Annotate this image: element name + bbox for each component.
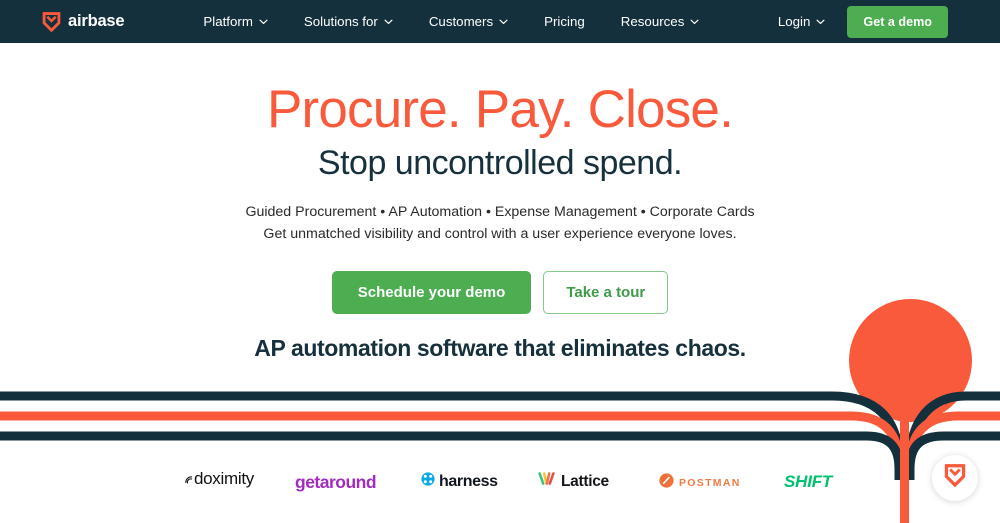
page-title: Procure. Pay. Close. xyxy=(266,80,734,139)
nav-item-label: Pricing xyxy=(544,14,585,29)
brand-logo-link[interactable]: airbase xyxy=(42,11,125,32)
partner-logo-label: getaround xyxy=(295,472,377,492)
partner-logo-label: harness xyxy=(439,472,498,490)
hero-features-line: Guided Procurement • AP Automation • Exp… xyxy=(245,204,755,220)
chevron-down-icon xyxy=(499,19,508,25)
landing-page: airbase Platform Solutions for Customers xyxy=(0,0,1000,523)
pipes-decoration xyxy=(0,383,1000,523)
nav-item-resources[interactable]: Resources xyxy=(603,14,718,29)
hero-tagline: AP automation software that eliminates c… xyxy=(254,335,746,361)
hero-section: Procure. Pay. Close. Stop uncontrolled s… xyxy=(0,43,1000,422)
partner-logo-label: POSTMAN xyxy=(679,477,741,489)
nav-right-group: Login Get a demo xyxy=(778,5,948,38)
top-navigation-bar: airbase Platform Solutions for Customers xyxy=(0,0,1000,43)
chat-widget-button[interactable] xyxy=(932,455,978,501)
partner-logo-shift[interactable]: SHIFT xyxy=(784,472,832,492)
chevron-down-icon xyxy=(690,19,699,25)
schedule-demo-button[interactable]: Schedule your demo xyxy=(331,271,532,314)
partner-logo-label: SHIFT xyxy=(784,472,833,491)
partner-logo-lattice[interactable]: Lattice xyxy=(538,472,609,491)
postman-orbit-icon xyxy=(659,473,674,493)
nav-item-pricing[interactable]: Pricing xyxy=(526,14,603,29)
hero-value-line: Get unmatched visibility and control wit… xyxy=(263,226,737,242)
lattice-mark-icon xyxy=(538,472,555,491)
take-a-tour-button[interactable]: Take a tour xyxy=(543,271,669,314)
partner-logo-label: doximity xyxy=(194,469,254,488)
hero-cta-row: Schedule your demo Take a tour xyxy=(0,271,1000,314)
harness-flower-icon xyxy=(421,472,435,491)
doximity-arc-icon xyxy=(185,471,193,489)
airbase-chevron-logo-icon xyxy=(944,464,966,492)
hero-subheadline: Stop uncontrolled spend. xyxy=(317,144,683,182)
nav-item-customers[interactable]: Customers xyxy=(411,14,526,29)
airbase-chevron-shield-icon xyxy=(42,11,61,32)
nav-item-label: Platform xyxy=(203,14,253,29)
nav-item-label: Solutions for xyxy=(303,14,378,29)
partner-logo-doximity[interactable]: doximity xyxy=(185,470,254,489)
nav-item-solutions-for[interactable]: Solutions for xyxy=(286,14,411,29)
login-menu[interactable]: Login xyxy=(778,14,848,29)
login-label: Login xyxy=(777,14,811,29)
partner-logo-harness[interactable]: harness xyxy=(421,472,498,491)
nav-item-platform[interactable]: Platform xyxy=(185,14,286,29)
partner-logo-label: Lattice xyxy=(561,472,609,490)
get-a-demo-button[interactable]: Get a demo xyxy=(847,5,948,38)
brand-name: airbase xyxy=(68,12,125,30)
nav-item-label: Customers xyxy=(428,14,494,29)
partner-logo-getaround[interactable]: getaround xyxy=(295,472,377,493)
chevron-down-icon xyxy=(816,19,825,25)
partner-logo-postman[interactable]: POSTMAN xyxy=(659,473,741,493)
chevron-down-icon xyxy=(259,19,268,25)
nav-item-label: Resources xyxy=(620,14,685,29)
primary-nav-links: Platform Solutions for Customers Pricing xyxy=(185,14,717,29)
chevron-down-icon xyxy=(384,19,393,25)
